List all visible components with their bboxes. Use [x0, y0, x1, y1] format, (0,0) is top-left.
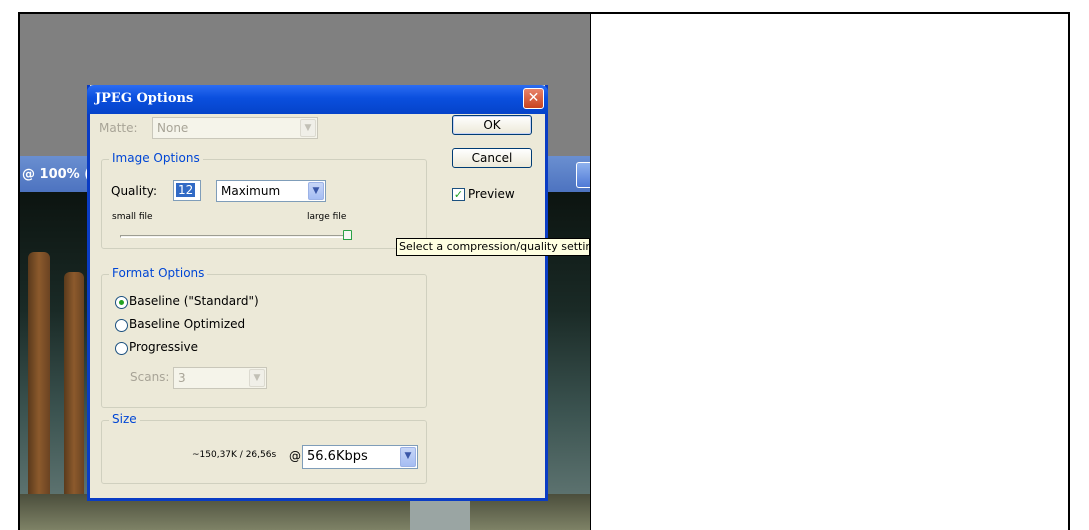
minimize-button[interactable]	[576, 162, 590, 188]
baseline-standard-radio[interactable]	[115, 296, 128, 309]
zoom-label: @ 100% (	[22, 167, 91, 182]
small-file-label: small file	[112, 212, 153, 222]
image-options-legend: Image Options	[109, 151, 203, 165]
size-legend: Size	[109, 412, 140, 426]
scans-label: Scans:	[130, 370, 170, 384]
screenshot-border	[590, 14, 591, 530]
scans-dropdown[interactable]: 3 ▼	[173, 367, 267, 389]
matte-value: None	[157, 121, 189, 135]
preview-label: Preview	[468, 187, 515, 201]
chevron-down-icon: ▼	[308, 182, 324, 200]
quality-slider-thumb[interactable]	[343, 230, 352, 240]
screenshot-area: @ 100% ( JPEG Options ✕ Matte: None ▼ OK…	[20, 14, 590, 530]
baseline-standard-label: Baseline ("Standard")	[129, 294, 259, 308]
size-at-symbol: @	[289, 449, 301, 463]
close-icon: ✕	[527, 90, 540, 106]
chevron-down-icon: ▼	[400, 447, 416, 467]
chevron-down-icon: ▼	[249, 369, 265, 387]
connection-speed-value: 56.6Kbps	[307, 449, 368, 464]
connection-speed-dropdown[interactable]: 56.6Kbps ▼	[302, 445, 418, 469]
quality-slider-track[interactable]	[120, 235, 352, 238]
progressive-radio[interactable]	[115, 342, 128, 355]
cancel-button[interactable]: Cancel	[452, 148, 532, 168]
quality-preset-value: Maximum	[221, 184, 281, 198]
ok-button[interactable]: OK	[452, 115, 532, 135]
scans-value: 3	[178, 371, 186, 385]
matte-label: Matte:	[99, 121, 138, 135]
preview-checkbox[interactable]: ✓	[452, 188, 465, 201]
checkmark-icon: ✓	[453, 188, 464, 201]
size-estimate: ~150,37K / 26,56s	[192, 450, 277, 460]
quality-label: Quality:	[111, 184, 158, 198]
large-file-label: large file	[307, 212, 347, 222]
chevron-down-icon: ▼	[300, 119, 316, 137]
dialog-title: JPEG Options	[95, 91, 194, 106]
quality-value: 12	[176, 183, 196, 197]
quality-preset-dropdown[interactable]: Maximum ▼	[216, 180, 326, 202]
baseline-optimized-radio[interactable]	[115, 319, 128, 332]
baseline-optimized-label: Baseline Optimized	[129, 317, 246, 331]
close-button[interactable]: ✕	[523, 88, 544, 109]
format-options-legend: Format Options	[109, 266, 208, 280]
progressive-label: Progressive	[129, 340, 199, 354]
quality-tooltip: Select a compression/quality setting	[396, 238, 590, 256]
matte-dropdown[interactable]: None ▼	[152, 117, 318, 139]
dialog-titlebar[interactable]: JPEG Options ✕	[87, 85, 548, 114]
quality-input[interactable]: 12	[173, 180, 201, 201]
